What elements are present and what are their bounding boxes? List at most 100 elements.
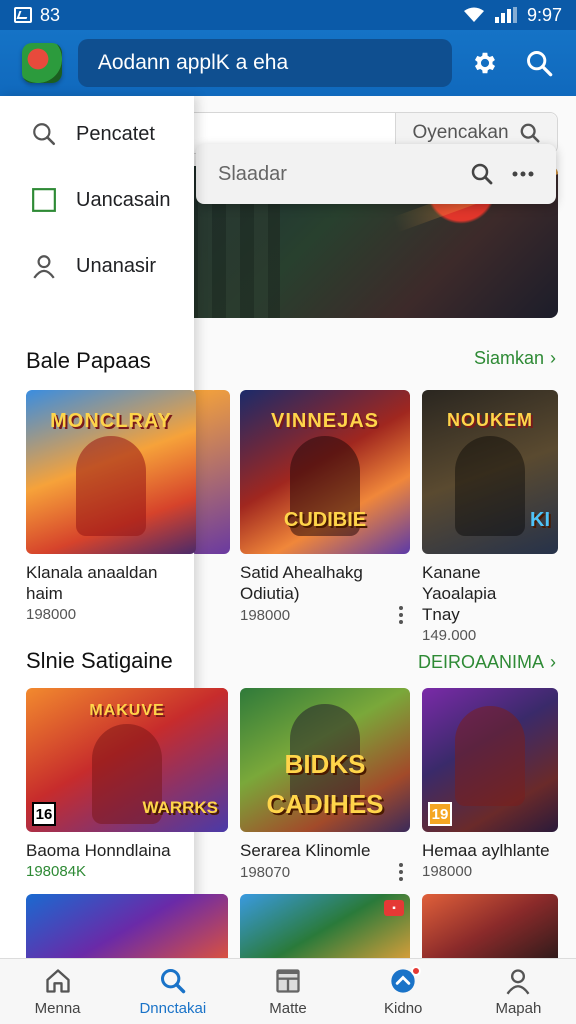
overlay-search-placeholder: Slaadar xyxy=(218,162,287,185)
search-button-label: Oyencakan xyxy=(412,122,509,143)
game-card[interactable]: BIDKS CADIHES Serarea Klinomle 198070 xyxy=(240,688,410,881)
bottom-navigation: Menna Dnnctakai Matte Kidno Mapah xyxy=(0,958,576,1024)
section1-see-more-link[interactable]: Siamkan › xyxy=(474,348,556,369)
flag-icon: ▪ xyxy=(384,900,404,916)
thumbnail-subtitle: CADIHES xyxy=(266,789,384,819)
game-card[interactable]: ▪ xyxy=(240,894,410,958)
drawer-item-library[interactable]: Uancasain xyxy=(0,172,194,228)
settings-button[interactable] xyxy=(464,42,506,84)
game-card-overlap[interactable] xyxy=(26,894,228,964)
nav-label: Matte xyxy=(269,1000,307,1017)
game-meta: 149.000 xyxy=(422,627,558,644)
gallery-notification-icon xyxy=(14,7,32,23)
game-thumbnail: MONCLRAY xyxy=(26,390,196,554)
app-title[interactable]: Aodann applK a eha xyxy=(77,39,453,87)
drawer-item-search[interactable]: Pencatet xyxy=(0,106,194,162)
age-rating-badge: 19 xyxy=(428,802,452,826)
badge-icon xyxy=(389,966,422,996)
nav-item-home[interactable]: Menna xyxy=(0,959,115,1024)
gear-icon xyxy=(475,52,496,74)
game-card-overlap[interactable]: MAKUVE WARRKS 16 Baoma Honndlaina 198084… xyxy=(26,688,228,880)
game-card[interactable] xyxy=(422,894,558,958)
section2-see-more-link[interactable]: DEIROAANIMA › xyxy=(418,652,556,673)
game-thumbnail: NOUKEM KI xyxy=(422,390,558,554)
game-name: Kanane Yaoalapia Tnay xyxy=(422,563,497,624)
more-vert-icon[interactable] xyxy=(392,863,410,881)
nav-item-badge[interactable]: Kidno xyxy=(346,959,461,1024)
game-thumbnail xyxy=(26,894,228,964)
game-thumbnail xyxy=(190,390,230,554)
nav-item-profile[interactable]: Mapah xyxy=(461,959,576,1024)
thumbnail-title: MAKUVE xyxy=(89,702,165,719)
search-icon xyxy=(159,966,187,996)
thumbnail-title: MONCLRAY xyxy=(50,410,172,432)
game-downloads: 198000 xyxy=(422,863,473,880)
drawer-item-profile[interactable]: Unanasir xyxy=(0,238,194,294)
thumbnail-title: VINNEJAS xyxy=(270,410,380,432)
game-downloads: 198000 xyxy=(240,606,291,624)
game-downloads: 198000 xyxy=(26,606,77,623)
drawer-item-label: Unanasir xyxy=(76,254,157,277)
search-icon[interactable] xyxy=(470,162,494,186)
signal-icon xyxy=(494,7,517,23)
game-meta: 198000 xyxy=(26,606,196,623)
game-thumbnail: BIDKS CADIHES xyxy=(240,688,410,832)
square-icon xyxy=(30,186,58,214)
more-vert-icon[interactable] xyxy=(392,606,410,624)
nav-item-grid[interactable]: Matte xyxy=(230,959,345,1024)
nav-label: Kidno xyxy=(384,1000,423,1017)
game-thumbnail: ▪ xyxy=(240,894,410,958)
nav-label: Menna xyxy=(34,1000,81,1017)
game-meta: 198084K xyxy=(26,863,194,880)
game-thumbnail: 19 xyxy=(422,688,558,832)
thumbnail-subtitle: KI xyxy=(530,509,550,531)
game-card[interactable]: VINNEJAS CUDIBIE Satid Ahealhakg Odiutia)… xyxy=(240,390,410,624)
section1-title: Bale Papaas xyxy=(26,348,151,373)
game-thumbnail: VINNEJAS CUDIBIE xyxy=(240,390,410,554)
app-logo[interactable] xyxy=(22,43,62,83)
game-name: Hemaa aylhlante xyxy=(422,841,550,860)
game-card-partial[interactable] xyxy=(190,390,230,554)
nav-label: Mapah xyxy=(495,1000,542,1017)
status-time: 9:97 xyxy=(526,4,562,25)
search-icon xyxy=(520,123,540,143)
status-bar: 83 9:97 xyxy=(0,0,576,30)
game-name: Klanala anaaldan haim xyxy=(26,563,158,603)
search-icon xyxy=(30,120,58,148)
status-left-text: 83 xyxy=(40,4,61,25)
more-horiz-icon[interactable] xyxy=(512,170,534,178)
section2-title: Slnie Satigaine xyxy=(26,648,173,673)
thumbnail-subtitle: WARRKS xyxy=(142,798,218,817)
section2-link-label: DEIROAANIMA xyxy=(417,652,544,672)
search-icon xyxy=(527,51,553,77)
drawer-item-label: Uancasain xyxy=(76,188,171,211)
game-downloads: 149.000 xyxy=(422,627,477,644)
thumbnail-title: NOUKEM xyxy=(447,410,533,430)
game-name: Baoma Honndlaina xyxy=(26,841,171,860)
thumbnail-subtitle: CUDIBIE xyxy=(283,509,367,531)
drawer-item-label: Pencatet xyxy=(76,122,155,145)
grid-icon xyxy=(274,966,302,996)
nav-item-search[interactable]: Dnnctakai xyxy=(115,959,230,1024)
game-thumbnail: MAKUVE WARRKS 16 xyxy=(26,688,228,832)
game-downloads: 198084K xyxy=(26,863,87,880)
game-card[interactable]: NOUKEM KI Kanane Yaoalapia Tnay 149.000 xyxy=(422,390,558,644)
age-rating-badge: 16 xyxy=(32,802,56,826)
thumbnail-title: BIDKS xyxy=(284,749,366,779)
overlay-search-bar[interactable]: Slaadar xyxy=(196,144,556,204)
navigation-drawer: Pencatet Uancasain Unanasir MONCLRAY Kla… xyxy=(0,96,228,964)
game-card-overlap[interactable]: MONCLRAY Klanala anaaldan haim 198000 xyxy=(26,390,196,623)
home-icon xyxy=(44,966,72,996)
game-card[interactable]: 19 Hemaa aylhlante 198000 xyxy=(422,688,558,880)
section1-link-label: Siamkan xyxy=(473,348,544,368)
wifi-icon xyxy=(463,7,484,22)
person-icon xyxy=(30,252,58,280)
game-name: Serarea Klinomle xyxy=(240,841,371,860)
game-meta: 198070 xyxy=(240,863,410,881)
game-thumbnail xyxy=(422,894,558,958)
search-button[interactable] xyxy=(518,42,560,84)
game-downloads: 198070 xyxy=(240,863,291,881)
notification-dot xyxy=(411,966,422,976)
nav-label: Dnnctakai xyxy=(139,1000,207,1017)
game-meta: 198000 xyxy=(240,606,410,624)
